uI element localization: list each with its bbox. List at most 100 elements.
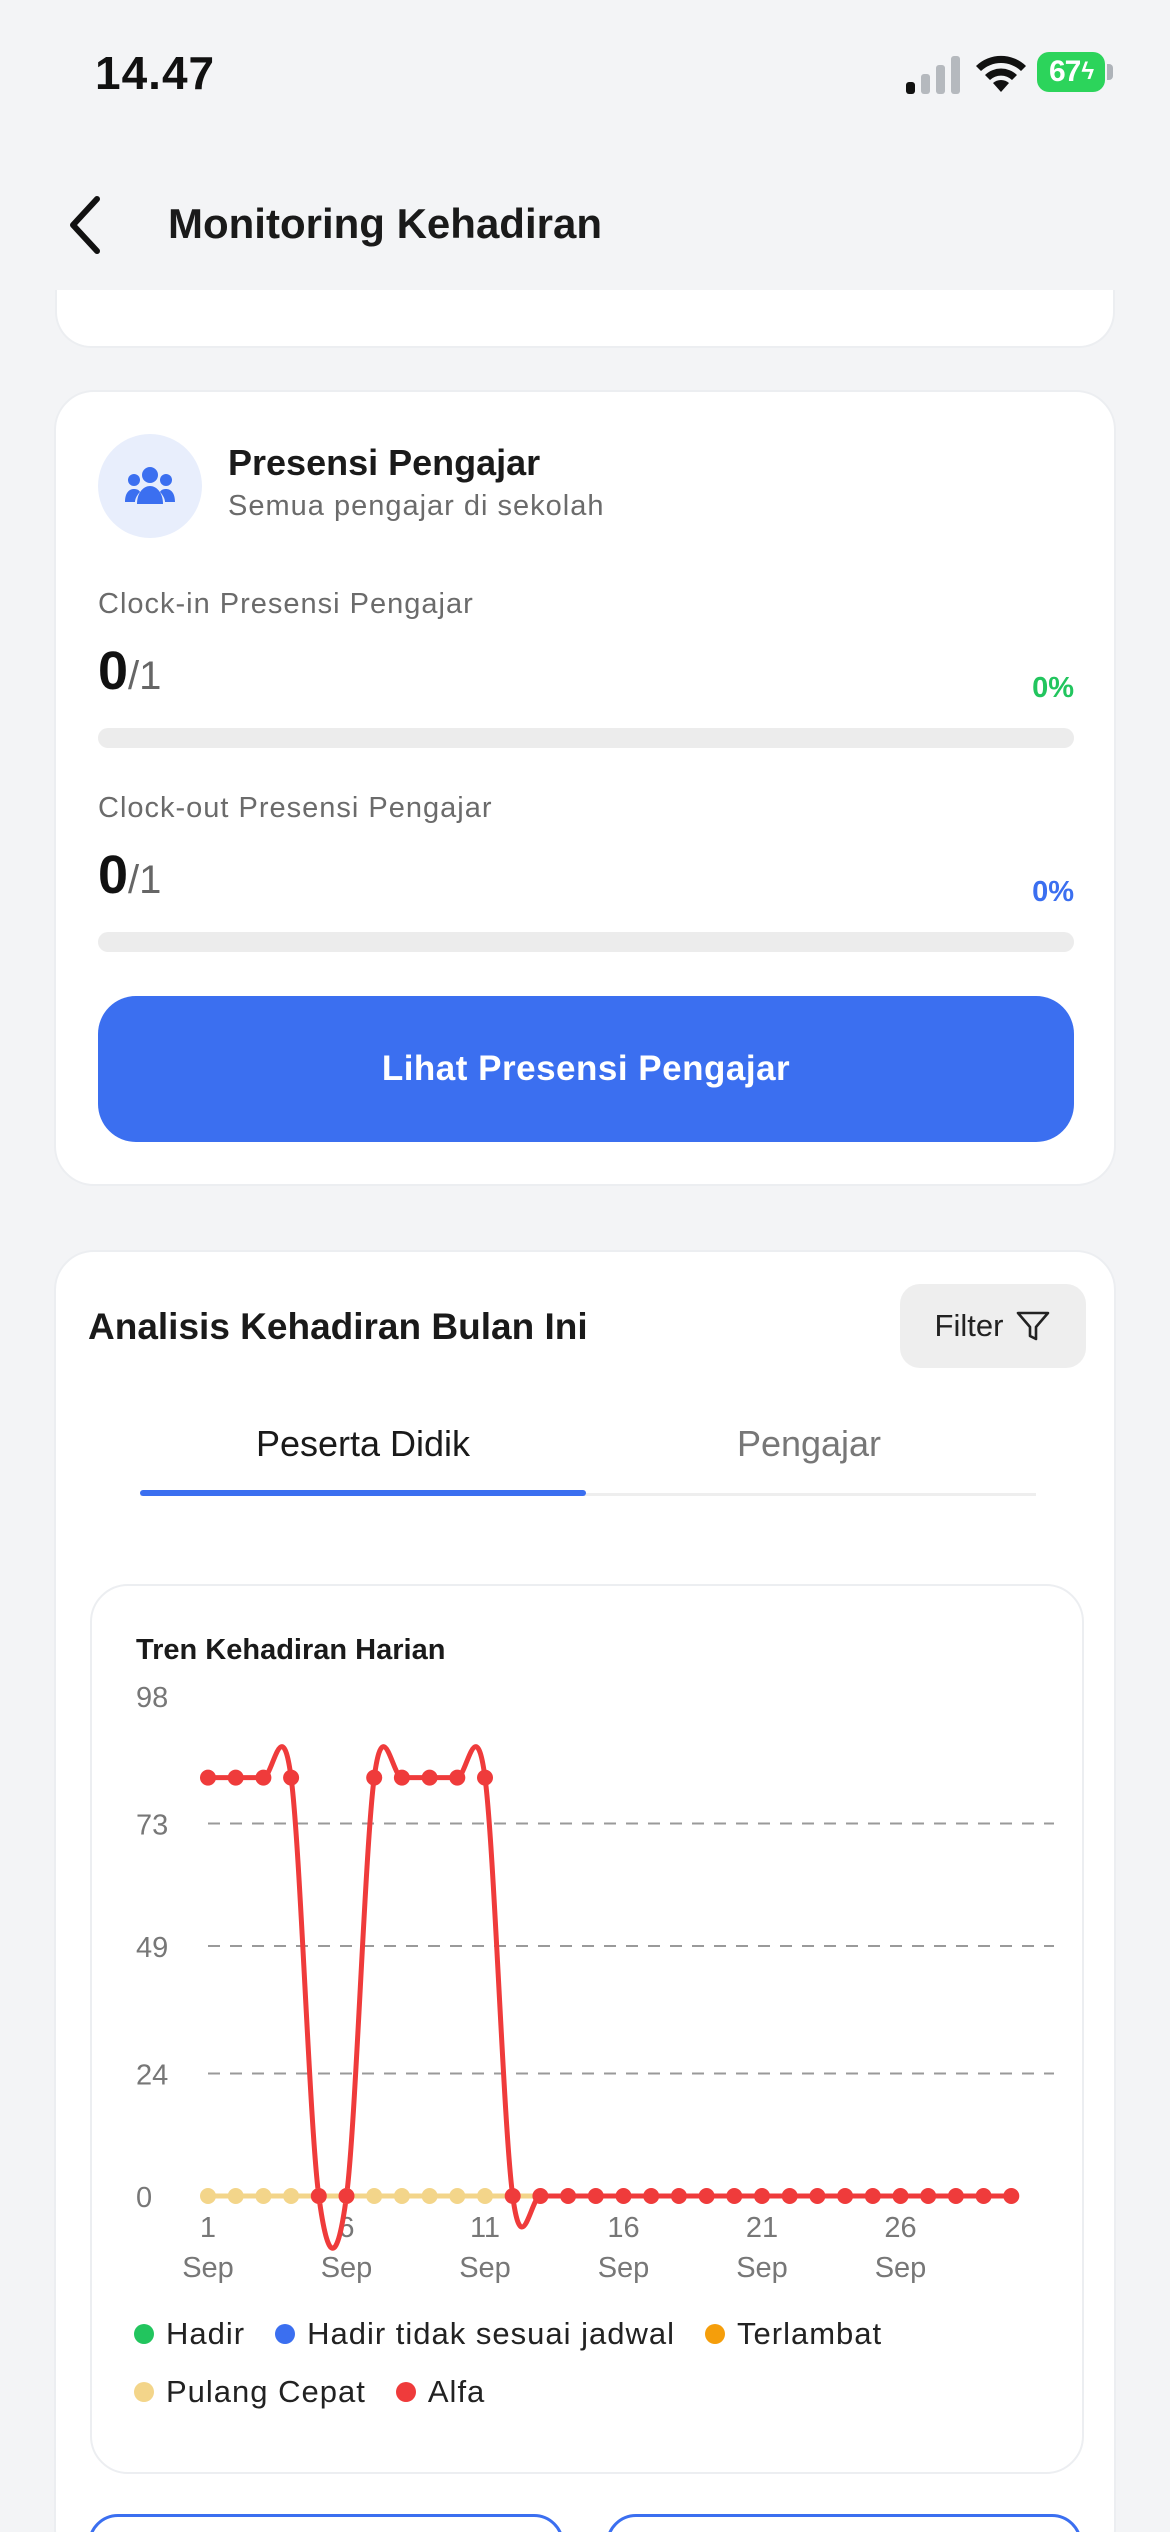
wifi-icon — [976, 55, 1026, 92]
charging-bolt-icon: ϟ — [1081, 58, 1094, 85]
clock-out-total: /1 — [128, 858, 162, 902]
y-tick-label: 73 — [136, 1810, 168, 1842]
card-subtitle: Semua pengajar di sekolah — [228, 490, 605, 522]
previous-card-edge — [55, 290, 1115, 348]
clock-in-percent: 0% — [1032, 672, 1074, 704]
filter-funnel-icon — [1017, 1311, 1050, 1341]
active-tab-indicator — [140, 1490, 586, 1496]
filter-button[interactable]: Filter — [900, 1284, 1086, 1368]
y-tick-label: 0 — [136, 2182, 152, 2214]
page-title: Monitoring Kehadiran — [168, 200, 602, 247]
data-point — [227, 2188, 244, 2204]
data-point — [1003, 2188, 1020, 2204]
data-point — [947, 2188, 964, 2204]
clock-out-count: 0/1 — [98, 844, 161, 906]
data-point — [421, 2188, 438, 2204]
tab-peserta-didik[interactable]: Peserta Didik — [140, 1392, 586, 1496]
teacher-presence-card: Presensi Pengajar Semua pengajar di seko… — [54, 390, 1116, 1186]
data-point — [449, 2188, 466, 2204]
legend-dot — [705, 2324, 725, 2344]
daily-attendance-chart-card: Tren Kehadiran Harian 0 24 49 73 98 1 Sep 6 Sep 1… — [90, 1584, 1084, 2474]
data-point — [615, 2188, 632, 2204]
data-point — [393, 1769, 410, 1786]
x-tick-label: Sep — [598, 2252, 650, 2284]
x-tick-label: Sep — [736, 2252, 788, 2284]
data-point — [366, 1769, 383, 1786]
data-point — [310, 2188, 327, 2204]
data-point — [920, 2188, 937, 2204]
legend-dot — [395, 2382, 416, 2402]
x-tick-label: Sep — [875, 2252, 927, 2284]
data-point — [837, 2188, 854, 2204]
bottom-action-button-left[interactable] — [88, 2514, 564, 2532]
status-bar: 14.47 67 ϟ — [0, 0, 1170, 140]
data-point — [587, 2188, 604, 2204]
app-header: Monitoring Kehadiran — [0, 170, 1170, 280]
data-point — [255, 1769, 272, 1786]
analysis-tabs: Peserta Didik Pengajar — [140, 1392, 1036, 1496]
view-teacher-presence-button[interactable]: Lihat Presensi Pengajar — [98, 996, 1074, 1142]
y-tick-label: 98 — [136, 1682, 168, 1714]
clock-in-count: 0/1 — [98, 640, 161, 702]
data-point — [283, 2188, 300, 2204]
data-point — [864, 2188, 881, 2204]
data-point — [227, 1769, 244, 1786]
clock-in-progress-bar — [98, 728, 1074, 748]
attendance-analysis-card: Analisis Kehadiran Bulan Ini Filter Pese… — [54, 1250, 1116, 2532]
data-point — [366, 2188, 383, 2204]
data-point — [809, 2188, 826, 2204]
data-point — [421, 1769, 438, 1786]
legend-dot — [134, 2324, 154, 2344]
x-tick-label: Sep — [459, 2252, 511, 2284]
legend-label: Hadir tidak sesuai jadwal — [307, 2316, 675, 2351]
analysis-title: Analisis Kehadiran Bulan Ini — [88, 1306, 588, 1347]
data-point — [643, 2188, 660, 2204]
back-button[interactable] — [55, 190, 115, 260]
x-tick-label: 11 — [470, 2212, 500, 2244]
x-tick-label: 16 — [607, 2212, 639, 2244]
data-point — [532, 2188, 549, 2204]
battery-level: 67 — [1048, 55, 1081, 88]
series-line — [208, 1744, 1012, 2251]
data-point — [892, 2188, 909, 2204]
legend-item: Alfa — [395, 2374, 486, 2410]
data-point — [504, 2188, 521, 2204]
legend-item: Pulang Cepat — [134, 2374, 366, 2410]
x-tick-label: 21 — [746, 2212, 778, 2244]
cellular-signal-icon — [906, 56, 960, 94]
legend-dot — [134, 2382, 154, 2402]
data-point — [754, 2188, 770, 2204]
legend-item: Hadir — [134, 2316, 245, 2352]
x-tick-label: Sep — [182, 2252, 234, 2284]
legend-label: Terlambat — [737, 2316, 883, 2351]
battery-icon: 67 ϟ — [1037, 52, 1113, 92]
x-tick-label: 26 — [884, 2212, 916, 2244]
data-point — [283, 1769, 300, 1786]
clock-in-count-value: 0 — [98, 641, 129, 701]
legend-item: Terlambat — [705, 2316, 882, 2352]
bottom-action-button-right[interactable] — [606, 2514, 1082, 2532]
tab-pengajar[interactable]: Pengajar — [586, 1392, 1032, 1496]
data-point — [781, 2188, 798, 2204]
y-tick-label: 49 — [136, 1932, 168, 1964]
legend-label: Alfa — [427, 2374, 486, 2409]
clock-out-progress-bar — [98, 932, 1074, 952]
clock-out-count-value: 0 — [98, 845, 129, 905]
data-point — [975, 2188, 992, 2204]
x-tick-label: 1 — [200, 2212, 216, 2244]
data-point — [670, 2188, 687, 2204]
legend-label: Hadir — [166, 2316, 246, 2351]
group-avatar — [98, 434, 202, 538]
data-point — [698, 2188, 715, 2204]
chevron-left-icon — [70, 196, 100, 254]
data-point — [449, 1769, 466, 1786]
clock-out-percent: 0% — [1032, 876, 1074, 908]
legend-dot — [275, 2324, 296, 2344]
data-point — [477, 2188, 493, 2204]
data-point — [255, 2188, 272, 2204]
status-time: 14.47 — [95, 47, 216, 99]
data-point — [200, 2188, 216, 2204]
x-tick-label: Sep — [321, 2252, 373, 2284]
clock-in-label: Clock-in Presensi Pengajar — [98, 588, 474, 620]
data-point — [393, 2188, 410, 2204]
